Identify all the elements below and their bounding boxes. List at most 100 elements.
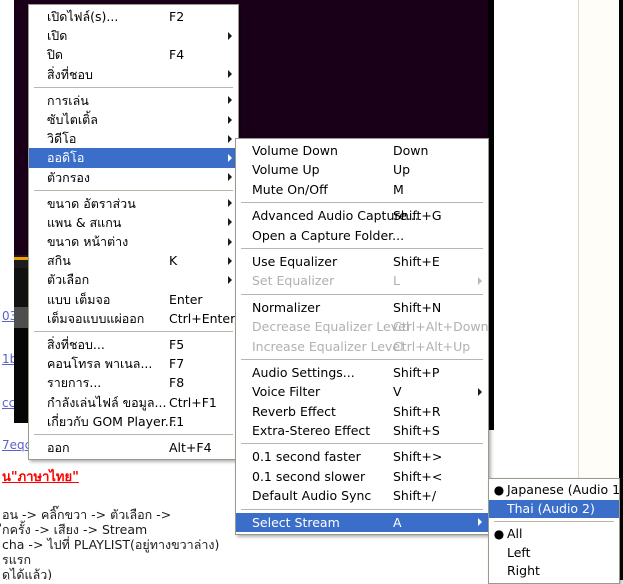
menu-separator	[34, 331, 233, 332]
menu-item-item-16[interactable]: แบบ เต็มจอ Enter	[29, 290, 238, 309]
menu-item-reverb-effect[interactable]: Reverb Effect Shift+R	[236, 402, 488, 421]
menu-item-audio-settings[interactable]: Audio Settings... Shift+P	[236, 363, 488, 382]
submenu-arrow-icon	[478, 387, 482, 396]
menu-item-shortcut: Shift+>	[393, 449, 443, 465]
menu-item-item-15[interactable]: ตัวเลือก	[29, 270, 238, 289]
menu-item-label: Increase Equalizer Level	[252, 338, 404, 354]
menu-item-label: ซับไตเติ้ล	[47, 111, 98, 127]
menu-item-s[interactable]: เปิดไฟล์(s)... F2	[29, 7, 238, 26]
menu-separator	[34, 189, 233, 191]
menu-item-label: Mute On/Off	[252, 181, 328, 197]
background-red-heading: น"ภาษาไทย"	[2, 470, 79, 485]
menu-item-gom-player[interactable]: เกี่ยวกับ GOM Player... F1	[29, 412, 238, 431]
menu-item-label: แพน & สแกน	[47, 214, 122, 230]
menu-item-item-20[interactable]: คอนโทรล พาเนล... F7	[29, 354, 238, 373]
select-stream-submenu[interactable]: ● Japanese (Audio 1) Thai (Audio 2) ● All Lef…	[488, 478, 623, 584]
menu-item-shortcut: Shift+P	[393, 364, 440, 380]
menu-item-shortcut: F5	[169, 337, 185, 352]
menu-item-right[interactable]: Right	[489, 562, 619, 581]
menu-item-mute-on-off[interactable]: Mute On/Off M	[236, 180, 488, 199]
menu-item-left[interactable]: Left	[489, 544, 619, 563]
menu-item-item-2[interactable]: ปิด F4	[29, 45, 238, 64]
menu-item-shortcut: A	[393, 514, 402, 530]
menu-item-label: วิดีโอ	[47, 131, 77, 147]
menu-item-item-3[interactable]: สิ่งที่ชอบ	[29, 65, 238, 84]
background-body-line: ดูได้แล้ว)	[2, 567, 53, 580]
menu-item-label: Decrease Equalizer Level	[252, 319, 410, 335]
menu-item-normalizer[interactable]: Normalizer Shift+N	[236, 298, 488, 317]
menu-item-label: ขนาด หน้าต่าง	[47, 234, 129, 250]
menu-item-0-1-second-faster[interactable]: 0.1 second faster Shift+>	[236, 447, 488, 466]
menu-item-shortcut: Enter	[169, 291, 203, 307]
menu-item-label: ปิด	[47, 47, 64, 63]
menu-item-shortcut: M	[393, 181, 404, 197]
menu-item-label: Use Equalizer	[252, 253, 338, 269]
menu-item-label: สิ่งที่ชอบ	[47, 66, 93, 82]
menu-item-extra-stereo-effect[interactable]: Extra-Stereo Effect Shift+S	[236, 421, 488, 440]
menu-item-item-12[interactable]: แพน & สแกน	[29, 213, 238, 232]
menu-item-thai-audio-2[interactable]: Thai (Audio 2)	[489, 499, 619, 519]
menu-separator	[241, 202, 483, 204]
submenu-arrow-icon	[228, 256, 232, 265]
menu-item-item-5[interactable]: การเล่น	[29, 91, 238, 110]
menu-item-label: Thai (Audio 2)	[507, 500, 595, 516]
submenu-arrow-icon	[228, 218, 232, 227]
menu-item-shortcut: F4	[169, 47, 185, 63]
main-context-menu[interactable]: เปิดไฟล์(s)... F2 เปิดปิด F4 สิ่งที่ชอบการเล…	[28, 4, 239, 461]
menu-item-item-8[interactable]: ออดิโอ	[29, 148, 238, 168]
menu-item-label: Reverb Effect	[252, 403, 336, 419]
menu-item-shortcut: Shift+R	[393, 403, 441, 419]
menu-item-item-19[interactable]: สิ่งที่ชอบ... F5	[29, 335, 238, 354]
menu-item-use-equalizer[interactable]: Use Equalizer Shift+E	[236, 252, 488, 271]
submenu-arrow-icon	[228, 31, 232, 40]
menu-item-label: Voice Filter	[252, 384, 321, 400]
menu-separator	[34, 433, 233, 435]
menu-item-shortcut: Alt+F4	[169, 439, 212, 455]
menu-separator	[241, 358, 483, 360]
menu-separator	[34, 86, 233, 88]
menu-item-all[interactable]: ● All	[489, 525, 619, 544]
menu-item-item-13[interactable]: ขนาด หน้าต่าง	[29, 232, 238, 251]
menu-item-increase-equalizer-level: Increase Equalizer Level Ctrl+Alt+Up	[236, 337, 488, 356]
menu-item-item-25[interactable]: ออก Alt+F4	[29, 438, 238, 457]
submenu-arrow-icon	[228, 276, 232, 285]
menu-item-voice-filter[interactable]: Voice Filter V	[236, 382, 488, 401]
menu-item-label: เปิด	[47, 28, 68, 44]
submenu-arrow-icon	[228, 199, 232, 208]
menu-item-label: Audio Settings...	[252, 364, 355, 380]
menu-item-0-1-second-slower[interactable]: 0.1 second slower Shift+<	[236, 467, 488, 486]
menu-item-item-14[interactable]: สกิน K	[29, 251, 238, 270]
menu-item-shortcut: Ctrl+Alt+Up	[393, 338, 471, 354]
menu-item-japanese-audio-1[interactable]: ● Japanese (Audio 1)	[489, 481, 623, 500]
menu-item-item-21[interactable]: รายการ... F8	[29, 373, 238, 392]
menu-item-open-a-capture-folder[interactable]: Open a Capture Folder...	[236, 226, 488, 245]
menu-item-item-17[interactable]: เต็มจอแบบแผ่ออก Ctrl+Enter	[29, 309, 238, 328]
menu-item-shortcut: F8	[169, 375, 185, 391]
menu-item-volume-down[interactable]: Volume Down Down	[236, 141, 488, 160]
submenu-arrow-icon	[478, 277, 482, 286]
menu-item-shortcut: L	[393, 273, 400, 289]
menu-item-advanced-audio-capture[interactable]: Advanced Audio Capture... Shift+G	[236, 206, 488, 225]
menu-item-shortcut: F7	[169, 356, 185, 372]
menu-item-item-11[interactable]: ขนาด อัตราส่วน	[29, 194, 238, 213]
submenu-arrow-icon	[228, 96, 232, 105]
submenu-arrow-icon	[228, 173, 232, 182]
menu-item-item-6[interactable]: ซับไตเติ้ล	[29, 110, 238, 129]
menu-item-label: Right	[507, 563, 540, 579]
menu-item-label: ออดิโอ	[47, 150, 85, 166]
menu-item-default-audio-sync[interactable]: Default Audio Sync Shift+/	[236, 486, 488, 505]
audio-submenu[interactable]: Volume Down Down Volume Up Up Mute On/Off M Ad…	[235, 138, 489, 536]
menu-item-label: แบบ เต็มจอ	[47, 291, 111, 307]
menu-separator	[494, 521, 614, 523]
menu-item-shortcut: Ctrl+Alt+Down	[393, 319, 489, 335]
menu-item-shortcut: Shift+<	[393, 468, 443, 484]
menu-item-item-7[interactable]: วิดีโอ	[29, 129, 238, 148]
menu-item-item-1[interactable]: เปิด	[29, 26, 238, 45]
menu-item-item-22[interactable]: กำลังเล่นไฟล์ ขอมูล... Ctrl+F1	[29, 393, 238, 412]
menu-item-shortcut: Shift+E	[393, 253, 440, 269]
menu-item-item-9[interactable]: ตัวกรอง	[29, 168, 238, 187]
menu-item-select-stream[interactable]: Select Stream A	[236, 512, 488, 533]
menu-item-volume-up[interactable]: Volume Up Up	[236, 160, 488, 179]
menu-item-label: Select Stream	[252, 514, 340, 530]
menu-item-label: คอนโทรล พาเนล...	[47, 356, 153, 372]
